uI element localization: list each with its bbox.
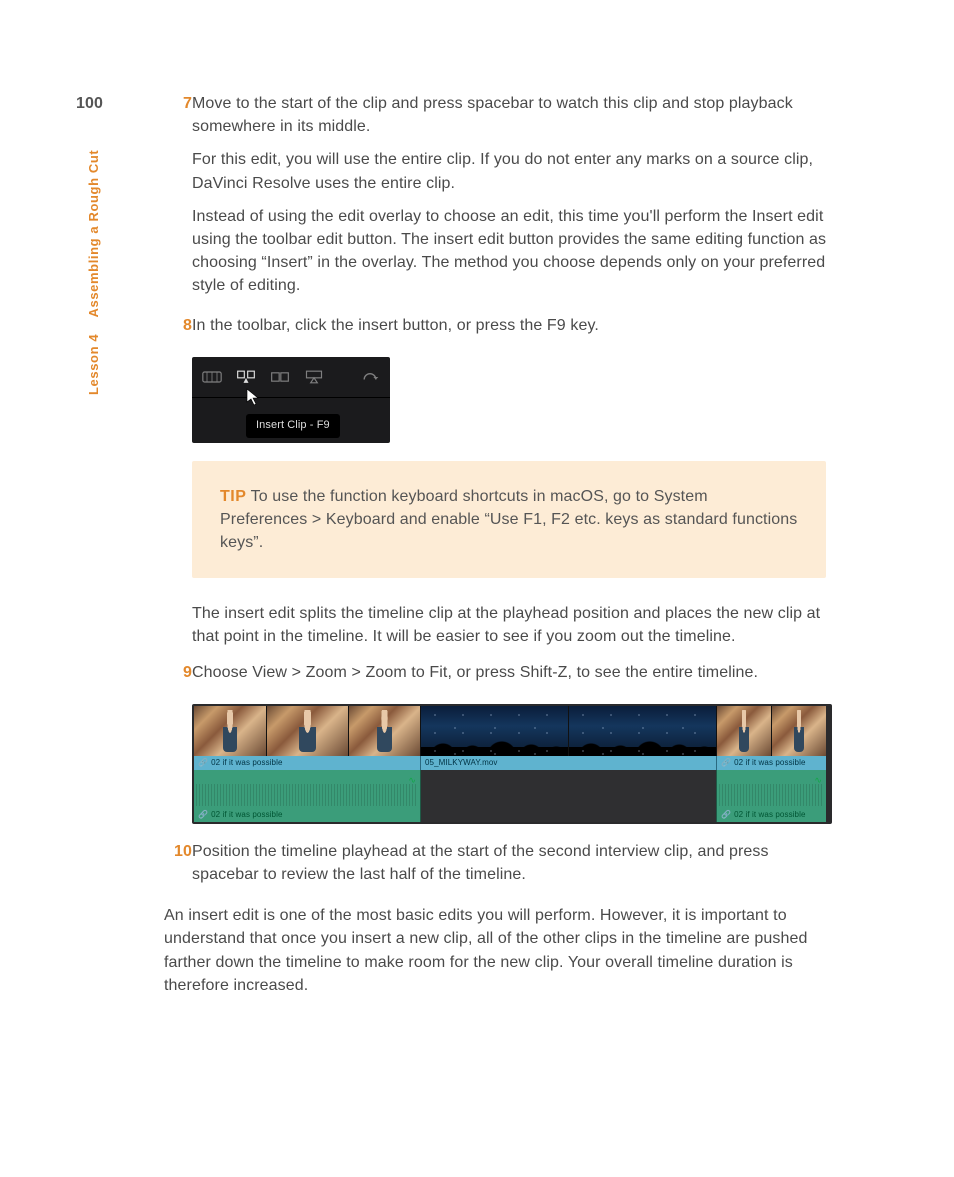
toolbar-screenshot: Insert Clip - F9 [192,357,390,443]
step-text: Instead of using the edit overlay to cho… [192,205,830,298]
clip-label-text: 02 if it was possible [734,809,805,821]
toolbar-tooltip-row: Insert Clip - F9 [192,398,390,442]
video-thumb-interview [194,706,267,756]
waveform-icon: ∿ [814,774,822,787]
video-thumb-interview [772,706,826,756]
lesson-side-label: Lesson 4 Assembling a Rough Cut [85,150,104,395]
tip-box: TIP To use the function keyboard shortcu… [192,461,826,579]
clip-label: 🔗 02 if it was possible [194,756,421,770]
audio-segment: ∿ [194,770,421,808]
clip-label: 05_MILKYWAY.mov [421,756,717,770]
step-10: 10 Position the timeline playhead at the… [160,840,830,896]
step-text: For this edit, you will use the entire c… [192,148,830,194]
closing-paragraph: An insert edit is one of the most basic … [164,904,824,997]
step-text: In the toolbar, click the insert button,… [192,314,830,337]
step-body: Choose View > Zoom > Zoom to Fit, or pre… [192,661,830,694]
content-column: 7 Move to the start of the clip and pres… [160,92,830,997]
video-thumb-interview [267,706,349,756]
timeline-video-label-row: 🔗 02 if it was possible 05_MILKYWAY.mov … [194,756,830,770]
clip-label-text: 02 if it was possible [211,757,282,769]
audio-clip-label-empty [421,808,717,822]
step-number: 9 [160,661,192,694]
link-icon: 🔗 [721,757,731,769]
link-icon: 🔗 [721,809,731,821]
insert-clip-icon [236,369,256,385]
step-body: In the toolbar, click the insert button,… [192,314,830,347]
timeline-screenshot: 🔗 02 if it was possible 05_MILKYWAY.mov … [192,704,832,824]
step-text: Position the timeline playhead at the st… [192,840,830,886]
waveform-icon: ∿ [408,774,416,787]
timeline-audio-label-row: 🔗 02 if it was possible 🔗 02 if it was p… [194,808,830,822]
page: 100 Lesson 4 Assembling a Rough Cut 7 Mo… [0,0,954,1177]
tip-text: To use the function keyboard shortcuts i… [220,488,797,551]
timeline-video-track [194,706,830,756]
video-thumb-nightsky [421,706,569,756]
video-thumb-interview [717,706,772,756]
timeline-options-icon [202,369,222,385]
replace-clip-icon [304,369,324,385]
step-7: 7 Move to the start of the clip and pres… [160,92,830,308]
step-text: Choose View > Zoom > Zoom to Fit, or pre… [192,661,830,684]
timeline-audio-track: ∿ ∿ [194,770,830,808]
video-thumb-nightsky [569,706,717,756]
step-body: Move to the start of the clip and press … [192,92,830,308]
audio-segment: ∿ [717,770,826,808]
clip-label-text: 02 if it was possible [734,757,805,769]
step-number: 8 [160,314,192,347]
audio-clip-label: 🔗 02 if it was possible [717,808,826,822]
step-body: Position the timeline playhead at the st… [192,840,830,896]
clip-label-text: 02 if it was possible [211,809,282,821]
clip-label: 🔗 02 if it was possible [717,756,826,770]
step-number: 10 [160,840,192,896]
video-thumb-interview [349,706,421,756]
cursor-icon [246,388,260,406]
lesson-title: Assembling a Rough Cut [86,150,101,318]
step-text: Move to the start of the clip and press … [192,92,830,138]
clip-label-text: 05_MILKYWAY.mov [425,757,498,769]
audio-segment-empty [421,770,717,808]
toolbar-icon-row [192,357,390,398]
step-9: 9 Choose View > Zoom > Zoom to Fit, or p… [160,661,830,694]
overwrite-clip-icon [270,369,290,385]
step-number: 7 [160,92,192,308]
lesson-number: Lesson 4 [86,334,101,395]
link-icon: 🔗 [198,809,208,821]
insert-clip-tooltip: Insert Clip - F9 [246,414,340,438]
redo-icon [360,369,380,385]
page-number: 100 [76,92,103,115]
body-text: An insert edit is one of the most basic … [164,904,824,997]
step-8: 8 In the toolbar, click the insert butto… [160,314,830,347]
link-icon: 🔗 [198,757,208,769]
audio-clip-label: 🔗 02 if it was possible [194,808,421,822]
tip-label: TIP [220,488,246,505]
body-paragraph: The insert edit splits the timeline clip… [192,602,830,648]
